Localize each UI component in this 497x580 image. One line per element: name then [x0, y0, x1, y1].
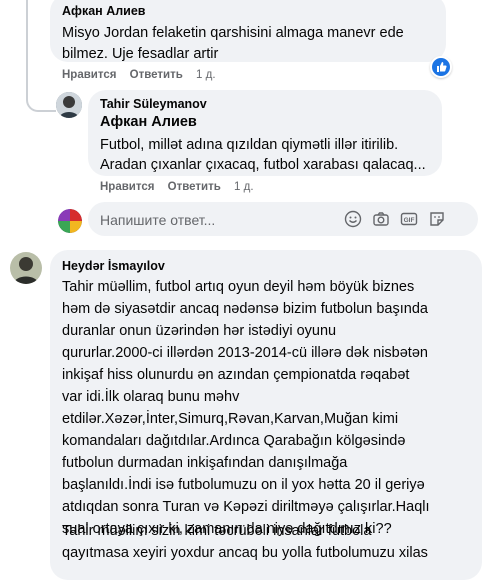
comment-text-line-1: Misyo Jordan felaketin qarshisini almaga…	[62, 25, 404, 41]
reply-text-line-1: Futbol, millət adına qızıldan qiymətli i…	[100, 137, 399, 153]
gif-icon[interactable]: GIF	[400, 210, 418, 228]
avatar[interactable]	[56, 92, 82, 118]
svg-text:GIF: GIF	[404, 217, 415, 224]
reply-input[interactable]: Напишите ответ... GIF	[88, 202, 478, 236]
comment-text-line-9: futbolun durmadan inkişafından danışılma…	[62, 455, 348, 471]
thread-connector	[26, 0, 28, 100]
comment-text-line-5: inkişaf hiss olunurdu ən azından çempion…	[62, 367, 410, 383]
reply-author[interactable]: Tahir Süleymanov	[100, 97, 207, 111]
reply-1-actions: Нравится Ответить 1 д.	[100, 181, 264, 193]
like-button[interactable]: Нравится	[100, 181, 154, 193]
comment-author[interactable]: Афкан Алиев	[62, 4, 145, 18]
reply-mention[interactable]: Афкан Алиев	[100, 114, 197, 130]
emoji-icon[interactable]	[344, 210, 362, 228]
current-user-avatar	[58, 209, 82, 233]
comment-text-paragraph-2-line-1: Tahir müəllim sizin kimi təcrübəli insan…	[62, 523, 372, 539]
sticker-icon[interactable]	[428, 210, 446, 228]
comment-author[interactable]: Heydər İsmayılov	[62, 259, 165, 273]
reply-text-line-2: Aradan çıxanlar çıxacaq, futbol xarabası…	[100, 157, 426, 173]
comment-1-actions: Нравится Ответить 1 д.	[62, 69, 226, 81]
comment-text-line-10: başlanıldı.İndi isə futbolumuzu on il yo…	[62, 477, 425, 493]
timestamp[interactable]: 1 д.	[196, 69, 216, 81]
comment-text-line-3: duranlar onun üzərindən hər istədiyi oyu…	[62, 323, 337, 339]
thread-connector-curve	[26, 90, 56, 112]
camera-icon[interactable]	[372, 210, 390, 228]
like-button[interactable]: Нравится	[62, 69, 116, 81]
timestamp[interactable]: 1 д.	[234, 181, 254, 193]
comment-text-line-6: var idi.İlk olaraq bunu məhv	[62, 389, 240, 405]
comment-text-paragraph-2-line-2: qayıtmasa xeyiri yoxdur ancaq bu yolla f…	[62, 545, 428, 561]
comment-text-line-11: atdıqdan sonra Turan və Kəpəzi diriltməy…	[62, 499, 430, 515]
reply-placeholder: Напишите ответ...	[100, 212, 216, 228]
like-icon	[437, 62, 447, 72]
reply-button[interactable]: Ответить	[130, 69, 183, 81]
comment-text-line-8: komandaları dağıtdılar.Ardınca Qarabağın…	[62, 433, 406, 449]
comment-text-line-2: həm də siyasətdir ancaq nədənsə bizim fu…	[62, 301, 428, 317]
comment-text-line-7: etdilər.Xəzər,İnter,Simurq,Rəvan,Karvan,…	[62, 411, 399, 427]
comment-text-line-2: bilmez. Uje fesadlar artir	[62, 46, 219, 62]
like-reaction-badge[interactable]	[430, 56, 452, 78]
comment-bubble-1: Афкан Алиев Misyo Jordan felaketin qarsh…	[50, 0, 446, 62]
comment-text-line-4: qururlar.2000-ci illərdən 2013-2014-cü i…	[62, 345, 428, 361]
reply-bubble: Tahir Süleymanov Афкан Алиев Futbol, mil…	[88, 90, 442, 176]
comment-text-line-1: Tahir müəllim, futbol artıq oyun deyil h…	[62, 279, 415, 295]
avatar[interactable]	[10, 252, 42, 284]
reply-button[interactable]: Ответить	[168, 181, 221, 193]
